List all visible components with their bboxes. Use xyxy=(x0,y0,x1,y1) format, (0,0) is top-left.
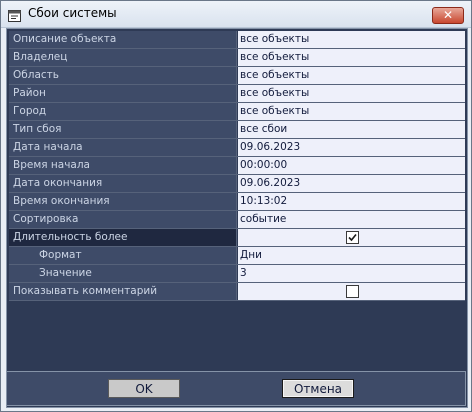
ok-button[interactable]: OK xyxy=(108,379,180,398)
property-label: Область xyxy=(9,67,237,84)
property-label: Дата окончания xyxy=(9,175,237,192)
property-label: Время окончания xyxy=(9,193,237,210)
property-value[interactable]: событие xyxy=(238,211,465,228)
dialog-window: Сбои системы ✕ Описание объекта все объе… xyxy=(0,0,472,412)
property-value[interactable]: 09.06.2023 xyxy=(238,175,465,192)
property-grid-panel: Описание объекта все объекты Владелец вс… xyxy=(6,28,468,408)
property-grid: Описание объекта все объекты Владелец вс… xyxy=(9,31,465,301)
property-row-object-description[interactable]: Описание объекта все объекты xyxy=(9,31,465,49)
property-value[interactable]: все объекты xyxy=(238,49,465,66)
property-value[interactable]: 3 xyxy=(238,265,465,282)
property-value xyxy=(238,229,465,246)
property-value[interactable]: все объекты xyxy=(238,31,465,48)
property-row-format[interactable]: Формат Дни xyxy=(9,247,465,265)
window-title: Сбои системы xyxy=(28,6,117,20)
property-label: Сортировка xyxy=(9,211,237,228)
property-row-duration-more[interactable]: Длительность более xyxy=(9,229,465,247)
close-icon: ✕ xyxy=(442,8,454,22)
property-row-end-time[interactable]: Время окончания 10:13:02 xyxy=(9,193,465,211)
property-label: Длительность более xyxy=(9,229,237,246)
property-label: Показывать комментарий xyxy=(9,283,237,300)
property-row-owner[interactable]: Владелец все объекты xyxy=(9,49,465,67)
property-label: Район xyxy=(9,85,237,102)
property-value[interactable]: Дни xyxy=(238,247,465,264)
checkmark-icon xyxy=(348,233,357,242)
duration-checkbox[interactable] xyxy=(346,231,359,244)
property-value xyxy=(238,283,465,300)
property-label: Дата начала xyxy=(9,139,237,156)
app-icon xyxy=(8,7,21,22)
property-row-region[interactable]: Область все объекты xyxy=(9,67,465,85)
property-label: Значение xyxy=(9,265,237,282)
property-value[interactable]: 09.06.2023 xyxy=(238,139,465,156)
property-row-city[interactable]: Город все объекты xyxy=(9,103,465,121)
property-label: Владелец xyxy=(9,49,237,66)
property-row-value[interactable]: Значение 3 xyxy=(9,265,465,283)
property-value[interactable]: все сбои xyxy=(238,121,465,138)
property-row-start-date[interactable]: Дата начала 09.06.2023 xyxy=(9,139,465,157)
property-value[interactable]: 00:00:00 xyxy=(238,157,465,174)
show-comment-checkbox[interactable] xyxy=(346,285,359,298)
property-value[interactable]: все объекты xyxy=(238,85,465,102)
property-row-show-comment[interactable]: Показывать комментарий xyxy=(9,283,465,301)
property-label: Формат xyxy=(9,247,237,264)
property-row-failure-type[interactable]: Тип сбоя все сбои xyxy=(9,121,465,139)
title-bar[interactable]: Сбои системы ✕ xyxy=(1,1,471,28)
property-value[interactable]: все объекты xyxy=(238,103,465,120)
property-row-district[interactable]: Район все объекты xyxy=(9,85,465,103)
property-label: Город xyxy=(9,103,237,120)
property-label: Тип сбоя xyxy=(9,121,237,138)
property-label: Описание объекта xyxy=(9,31,237,48)
property-row-start-time[interactable]: Время начала 00:00:00 xyxy=(9,157,465,175)
property-label: Время начала xyxy=(9,157,237,174)
property-row-end-date[interactable]: Дата окончания 09.06.2023 xyxy=(9,175,465,193)
close-button[interactable]: ✕ xyxy=(432,7,464,24)
property-value[interactable]: 10:13:02 xyxy=(238,193,465,210)
cancel-button[interactable]: Отмена xyxy=(282,379,354,398)
property-value[interactable]: все объекты xyxy=(238,67,465,84)
property-row-sorting[interactable]: Сортировка событие xyxy=(9,211,465,229)
button-bar: OK Отмена xyxy=(6,371,466,406)
